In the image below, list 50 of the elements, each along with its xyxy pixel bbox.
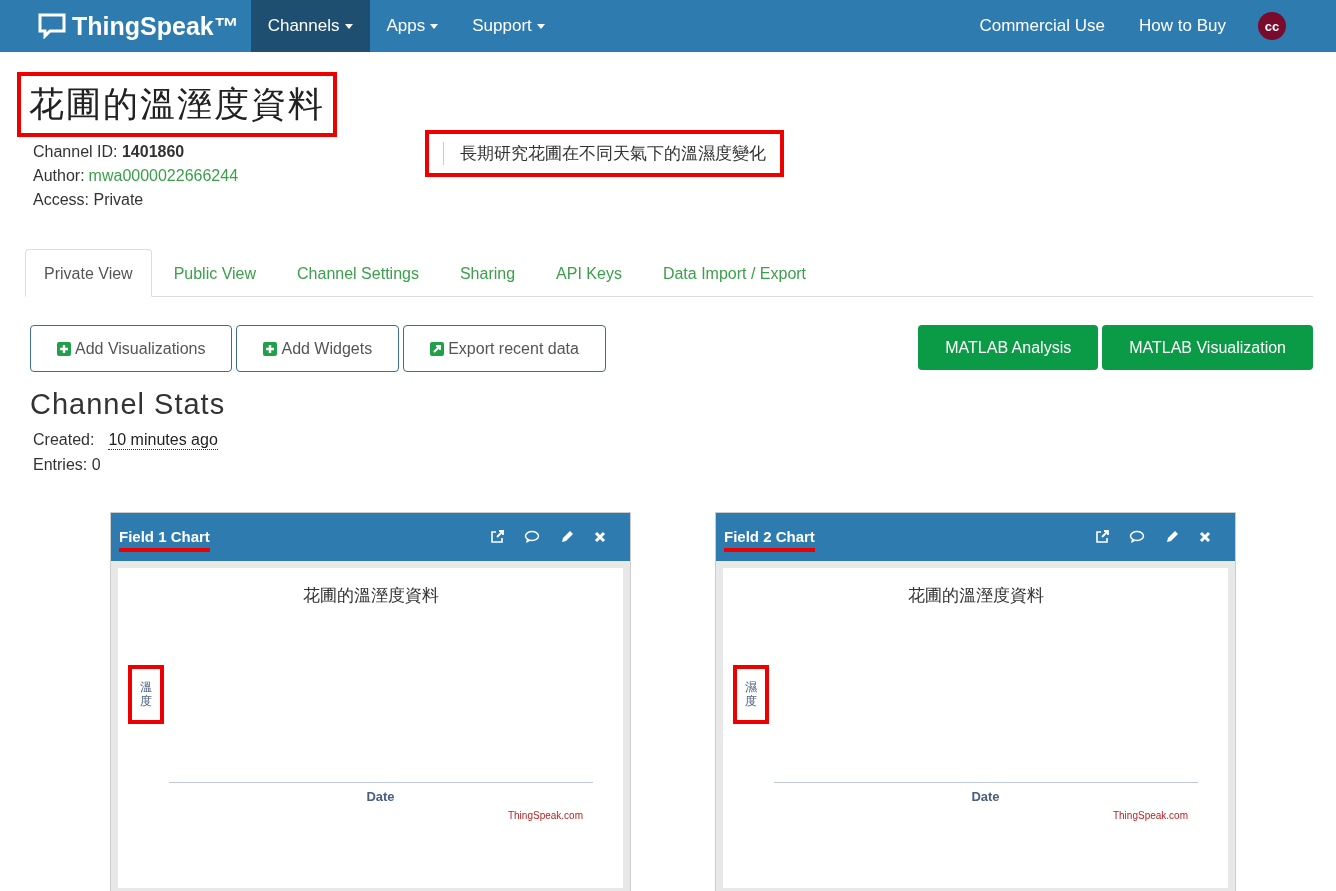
external-link-icon[interactable] <box>1095 530 1109 544</box>
nav-menu[interactable]: Channels <box>250 0 370 52</box>
nav-menu[interactable]: Apps <box>369 0 456 52</box>
created-label: Created: <box>33 431 95 450</box>
tab[interactable]: Channel Settings <box>278 249 438 297</box>
chart-title: 花圃的溫溼度資料 <box>907 585 1044 607</box>
speech-bubble-icon <box>38 13 66 39</box>
action-button[interactable]: Export recent data <box>403 325 606 372</box>
created-time: 10 minutes ago <box>108 431 218 450</box>
close-icon[interactable] <box>1199 531 1211 543</box>
y-axis-label: 濕度 <box>733 665 769 724</box>
channel-title: 花圃的溫溼度資料 <box>17 72 337 137</box>
action-button[interactable]: Add Visualizations <box>30 325 233 372</box>
matlab-button[interactable]: MATLAB Visualization <box>1102 325 1313 370</box>
action-button[interactable]: Add Widgets <box>236 325 400 372</box>
close-icon[interactable] <box>594 531 606 543</box>
chart-card-title: Field 2 Chart <box>724 528 815 552</box>
x-axis-label: Date <box>366 789 395 804</box>
entries-count: Entries: 0 <box>33 456 102 474</box>
section-heading: Channel Stats <box>30 388 227 421</box>
plus-icon <box>263 341 278 356</box>
external-arrow-icon <box>430 341 445 356</box>
chart-title: 花圃的溫溼度資料 <box>302 585 439 607</box>
pencil-icon[interactable] <box>1165 530 1179 544</box>
tab[interactable]: API Keys <box>537 249 641 297</box>
nav-menu[interactable]: Support <box>455 0 562 52</box>
matlab-button[interactable]: MATLAB Analysis <box>918 325 1099 370</box>
comment-icon[interactable] <box>1129 530 1145 544</box>
pencil-icon[interactable] <box>560 530 574 544</box>
chart-credit-link[interactable]: ThingSpeak.com <box>1112 810 1188 821</box>
access-text: Access: Private <box>33 191 145 209</box>
user-avatar[interactable]: cc <box>1258 12 1286 40</box>
channel-description: 長期研究花圃在不同天氣下的溫濕度變化 <box>425 130 784 177</box>
tab[interactable]: Private View <box>25 249 152 297</box>
tab[interactable]: Data Import / Export <box>643 249 826 297</box>
y-axis-label: 溫度 <box>128 665 164 724</box>
tab[interactable]: Sharing <box>440 249 535 297</box>
plus-icon <box>57 341 71 356</box>
external-link-icon[interactable] <box>490 530 504 544</box>
author-link[interactable]: mwa0000022666244 <box>88 167 239 185</box>
chart-card-title: Field 1 Chart <box>119 528 210 552</box>
channel-id: Channel ID: 1401860 <box>33 143 186 161</box>
brand-logo-text[interactable]: ThingSpeak™ <box>72 11 239 41</box>
author-label: Author: <box>33 167 85 185</box>
comment-icon[interactable] <box>524 530 540 544</box>
chart-credit-link[interactable]: ThingSpeak.com <box>507 810 583 821</box>
tab[interactable]: Public View <box>154 249 276 297</box>
nav-link[interactable]: How to Buy <box>1139 0 1226 52</box>
x-axis-label: Date <box>971 789 1000 804</box>
nav-link[interactable]: Commercial Use <box>979 0 1106 52</box>
